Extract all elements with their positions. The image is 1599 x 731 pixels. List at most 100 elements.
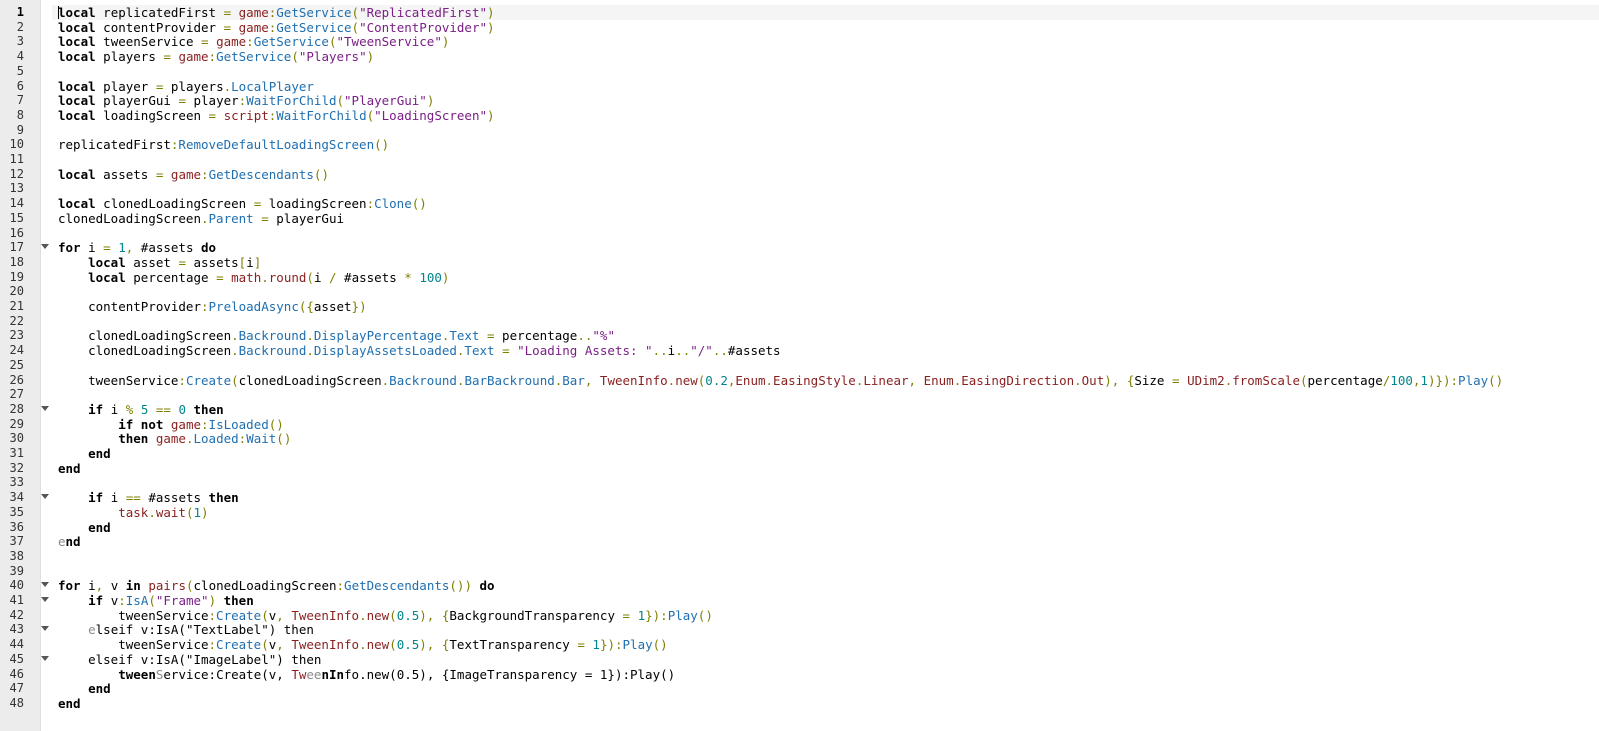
code-line-27[interactable]: 27	[0, 387, 1599, 402]
code-line-2[interactable]: 2 local contentProvider = game:GetService…	[0, 20, 1599, 35]
code-token: round	[268, 269, 307, 285]
code-text[interactable]: clonedLoadingScreen.Parent = playerGui	[58, 211, 344, 226]
code-line-36[interactable]: 36 end	[0, 520, 1599, 535]
code-line-1[interactable]: 1 local replicatedFirst = game:GetService…	[0, 5, 1599, 20]
code-text[interactable]: clonedLoadingScreen.Backround.DisplayPer…	[58, 328, 615, 343]
code-line-12[interactable]: 12 local assets = game:GetDescendants()	[0, 167, 1599, 182]
code-line-42[interactable]: 42 tweenService:Create(v, TweenInfo.new(…	[0, 608, 1599, 623]
code-editor[interactable]: 1 local replicatedFirst = game:GetService…	[0, 0, 1599, 731]
code-text[interactable]: end	[58, 534, 81, 549]
code-line-19[interactable]: 19 local percentage = math.round(i / #as…	[0, 270, 1599, 285]
code-token: ()	[411, 196, 427, 212]
code-line-40[interactable]: 40 for i, v in pairs(clonedLoadingScreen:…	[0, 578, 1599, 593]
code-line-31[interactable]: 31 end	[0, 446, 1599, 461]
code-text[interactable]: local playerGui = player:WaitForChild("P…	[58, 93, 434, 108]
code-line-10[interactable]: 10 replicatedFirst:RemoveDefaultLoadingSc…	[0, 137, 1599, 152]
code-text[interactable]: local asset = assets[i]	[58, 255, 261, 270]
code-line-7[interactable]: 7 local playerGui = player:WaitForChild("…	[0, 93, 1599, 108]
code-text[interactable]: contentProvider:PreloadAsync({asset})	[58, 299, 367, 314]
code-line-17[interactable]: 17 for i = 1, #assets do	[0, 240, 1599, 255]
code-line-41[interactable]: 41 if v:IsA("Frame") then	[0, 593, 1599, 608]
code-line-25[interactable]: 25	[0, 358, 1599, 373]
fold-arrow-icon[interactable]	[41, 244, 49, 250]
code-line-23[interactable]: 23 clonedLoadingScreen.Backround.Display…	[0, 328, 1599, 343]
code-text[interactable]: task.wait(1)	[58, 505, 208, 520]
code-line-26[interactable]: 26 tweenService:Create(clonedLoadingScre…	[0, 373, 1599, 388]
code-text[interactable]: end	[58, 461, 81, 476]
code-line-34[interactable]: 34 if i == #assets then	[0, 490, 1599, 505]
code-text[interactable]: local assets = game:GetDescendants()	[58, 167, 329, 182]
code-text[interactable]: local loadingScreen = script:WaitForChil…	[58, 108, 495, 123]
code-line-4[interactable]: 4 local players = game:GetService("Player…	[0, 49, 1599, 64]
code-line-29[interactable]: 29 if not game:IsLoaded()	[0, 417, 1599, 432]
code-text[interactable]: local replicatedFirst = game:GetService(…	[58, 5, 495, 20]
code-line-33[interactable]: 33	[0, 475, 1599, 490]
code-text[interactable]: if not game:IsLoaded()	[58, 417, 284, 432]
code-text[interactable]: if i == #assets then	[58, 490, 239, 505]
code-line-43[interactable]: 43 elseif v:IsA("TextLabel") then	[0, 622, 1599, 637]
code-line-44[interactable]: 44 tweenService:Create(v, TweenInfo.new(…	[0, 637, 1599, 652]
fold-arrow-icon[interactable]	[41, 494, 49, 500]
code-text[interactable]: tweenService:Create(v, TweenInfo.new(0.5…	[58, 637, 668, 652]
code-line-22[interactable]: 22	[0, 314, 1599, 329]
code-text[interactable]: tweenService:Create(v, TweenInfo.new(0.5…	[58, 608, 713, 623]
code-text[interactable]: local players = game:GetService("Players…	[58, 49, 374, 64]
code-text[interactable]: if v:IsA("Frame") then	[58, 593, 254, 608]
code-text[interactable]: replicatedFirst:RemoveDefaultLoadingScre…	[58, 137, 389, 152]
code-text[interactable]: local percentage = math.round(i / #asset…	[58, 270, 449, 285]
code-line-35[interactable]: 35 task.wait(1)	[0, 505, 1599, 520]
line-number: 36	[9, 519, 24, 534]
code-line-39[interactable]: 39	[0, 564, 1599, 579]
code-text[interactable]: elseif v:IsA("TextLabel") then	[58, 622, 314, 637]
fold-arrow-icon[interactable]	[41, 655, 49, 661]
code-text[interactable]: for i = 1, #assets do	[58, 240, 216, 255]
code-line-32[interactable]: 32 end	[0, 461, 1599, 476]
code-text[interactable]: then game.Loaded:Wait()	[58, 431, 291, 446]
code-text[interactable]: local player = players.LocalPlayer	[58, 79, 314, 94]
fold-arrow-icon[interactable]	[41, 626, 49, 632]
code-line-45[interactable]: 45 elseif v:IsA("ImageLabel") then	[0, 652, 1599, 667]
code-line-18[interactable]: 18 local asset = assets[i]	[0, 255, 1599, 270]
code-line-13[interactable]: 13	[0, 181, 1599, 196]
code-token: assets	[95, 166, 156, 182]
code-text[interactable]: elseif v:IsA("ImageLabel") then	[58, 652, 321, 667]
code-text[interactable]: local tweenService = game:GetService("Tw…	[58, 34, 449, 49]
code-line-46[interactable]: 46 tweenService:Create(v, TweenInfo.new(…	[0, 667, 1599, 682]
code-token: :	[201, 166, 209, 182]
code-line-28[interactable]: 28 if i % 5 == 0 then	[0, 402, 1599, 417]
code-line-47[interactable]: 47 end	[0, 681, 1599, 696]
code-text[interactable]: local contentProvider = game:GetService(…	[58, 20, 495, 35]
code-token: ==	[125, 490, 141, 506]
code-text[interactable]: end	[58, 446, 111, 461]
code-line-8[interactable]: 8 local loadingScreen = script:WaitForChi…	[0, 108, 1599, 123]
code-line-37[interactable]: 37 end	[0, 534, 1599, 549]
code-text[interactable]: local clonedLoadingScreen = loadingScree…	[58, 196, 427, 211]
code-text[interactable]: end	[58, 681, 111, 696]
code-line-15[interactable]: 15 clonedLoadingScreen.Parent = playerGui	[0, 211, 1599, 226]
code-line-16[interactable]: 16	[0, 226, 1599, 241]
code-line-30[interactable]: 30 then game.Loaded:Wait()	[0, 431, 1599, 446]
code-text[interactable]: end	[58, 520, 111, 535]
code-line-11[interactable]: 11	[0, 152, 1599, 167]
fold-arrow-icon[interactable]	[41, 597, 49, 602]
code-line-38[interactable]: 38	[0, 549, 1599, 564]
code-text[interactable]: if i % 5 == 0 then	[58, 402, 224, 417]
code-line-9[interactable]: 9	[0, 123, 1599, 138]
code-line-21[interactable]: 21 contentProvider:PreloadAsync({asset})	[0, 299, 1599, 314]
code-line-5[interactable]: 5	[0, 64, 1599, 79]
code-text[interactable]: tweenService:Create(clonedLoadingScreen.…	[58, 373, 1503, 388]
line-number: 17	[9, 240, 24, 255]
code-line-14[interactable]: 14 local clonedLoadingScreen = loadingScr…	[0, 196, 1599, 211]
code-text[interactable]: for i, v in pairs(clonedLoadingScreen:Ge…	[58, 578, 495, 593]
code-line-48[interactable]: 48 end	[0, 696, 1599, 711]
code-line-3[interactable]: 3 local tweenService = game:GetService("T…	[0, 34, 1599, 49]
code-token: Create	[216, 637, 262, 653]
code-text[interactable]: tweenService:Create(v, TweenInfo.new(0.5…	[58, 667, 675, 682]
code-text[interactable]: end	[58, 696, 81, 711]
code-line-6[interactable]: 6 local player = players.LocalPlayer	[0, 79, 1599, 94]
code-line-20[interactable]: 20	[0, 284, 1599, 299]
code-text[interactable]: clonedLoadingScreen.Backround.DisplayAss…	[58, 343, 780, 358]
code-line-24[interactable]: 24 clonedLoadingScreen.Backround.Display…	[0, 343, 1599, 358]
fold-arrow-icon[interactable]	[41, 405, 49, 411]
fold-arrow-icon[interactable]	[41, 582, 49, 588]
